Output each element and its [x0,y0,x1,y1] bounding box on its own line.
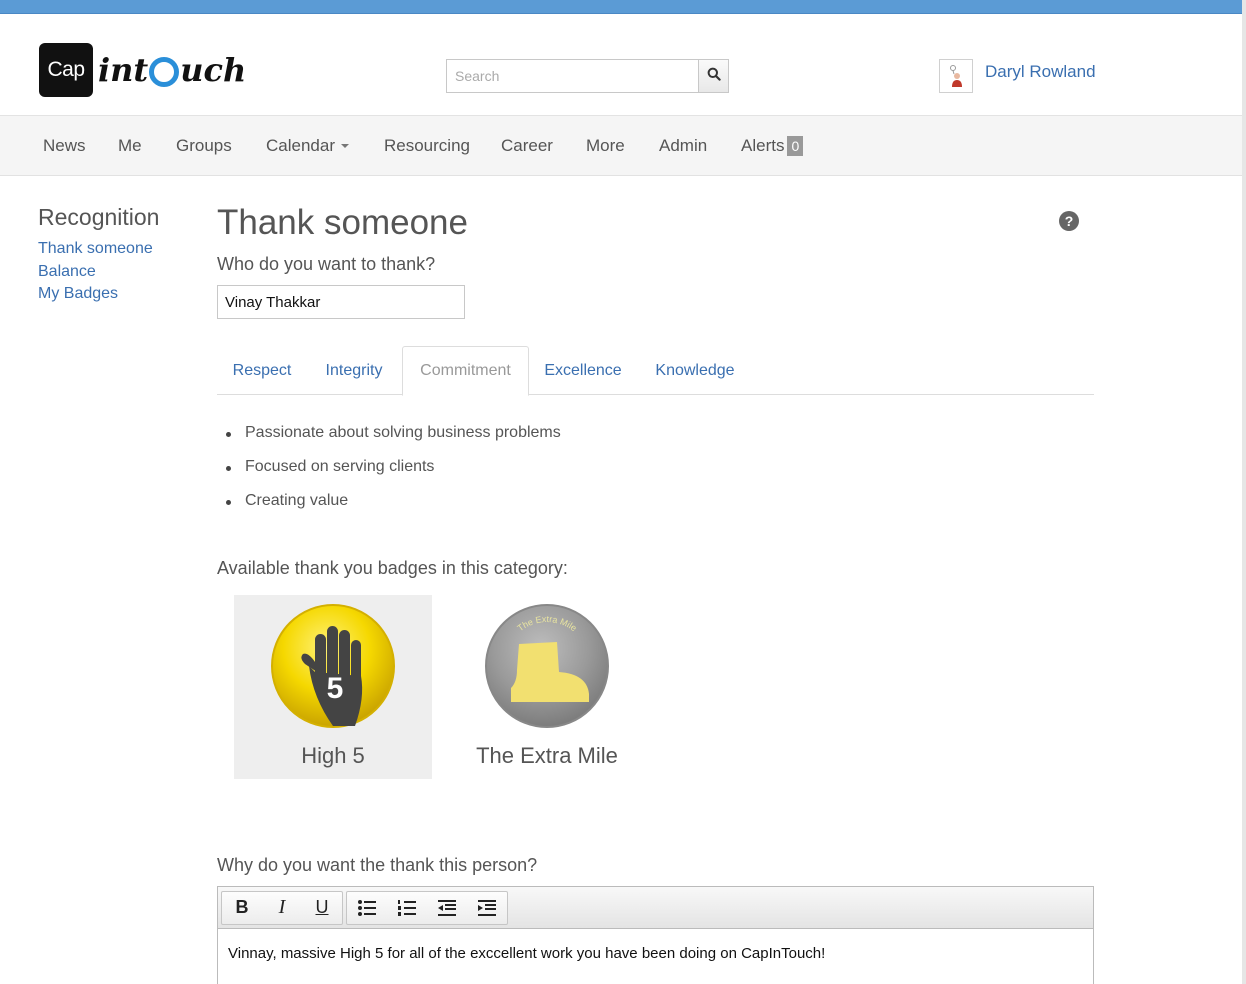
search-button[interactable] [698,59,729,93]
editor-content[interactable]: Vinnay, massive High 5 for all of the ex… [218,929,1093,978]
list-item-text: Focused on serving clients [245,458,435,475]
underline-button[interactable]: U [302,892,342,924]
indent-button[interactable] [467,892,507,924]
bullet-icon [226,466,231,471]
help-icon[interactable]: ? [1059,211,1079,231]
nav-item-admin[interactable]: Admin [659,136,707,156]
svg-text:5: 5 [327,672,344,705]
bullet-icon [226,432,231,437]
outdent-icon [438,899,456,916]
category-tabs: Respect Integrity Commitment Excellence … [217,346,1094,396]
bullet-list-button[interactable] [347,892,387,924]
tab-knowledge[interactable]: Knowledge [637,346,753,395]
reason-label: Why do you want the thank this person? [217,855,538,875]
recipient-label: Who do you want to thank? [217,254,436,274]
caret-down-icon [341,143,349,148]
user-menu[interactable]: Daryl Rowland [939,59,1096,93]
main-nav: News Me Groups Calendar Resourcing Caree… [0,116,1242,176]
badges-label: Available thank you badges in this categ… [217,558,568,578]
logo-o-ring-icon [149,57,180,87]
nav-item-alerts[interactable]: Alerts 0 [741,136,804,156]
recipient-input[interactable] [217,285,465,319]
nav-item-resourcing[interactable]: Resourcing [384,136,470,156]
search-input[interactable] [446,59,698,93]
user-name-link[interactable]: Daryl Rowland [985,62,1096,82]
badge-name: High 5 [301,743,365,768]
numbered-list-button[interactable] [387,892,427,924]
badge-name: The Extra Mile [476,743,618,768]
search [446,59,729,93]
bold-button[interactable]: B [222,892,262,924]
list-group [346,890,508,925]
italic-button[interactable]: I [262,892,302,924]
logo[interactable]: Cap int uch [39,43,246,97]
nav-item-calendar[interactable]: Calendar [266,136,349,156]
nav-item-alerts-label: Alerts [741,136,785,155]
list-item: Passionate about solving business proble… [226,424,561,458]
nav-item-more[interactable]: More [586,136,625,156]
top-accent-bar [0,0,1246,14]
nav-item-calendar-label: Calendar [266,136,335,155]
badge-extra-mile[interactable]: The Extra Mile The Extra Mile [448,595,646,779]
search-icon [707,67,721,86]
numbered-list-icon [398,899,416,916]
nav-item-news[interactable]: News [43,136,86,156]
list-item: Creating value [226,492,561,526]
message-editor: B I U Vinnay, massive High 5 for all of … [217,886,1094,984]
header: Cap int uch Daryl Rowland [0,14,1242,116]
tab-respect[interactable]: Respect [217,346,307,395]
window-edge [1242,0,1246,984]
sidebar-link-balance[interactable]: Balance [38,263,96,281]
bullet-list-icon [358,899,376,916]
list-item-text: Passionate about solving business proble… [245,424,561,441]
logo-box: Cap [39,43,93,97]
nav-item-career[interactable]: Career [501,136,553,156]
logo-box-text: Cap [47,58,85,81]
sidebar-title: Recognition [38,204,160,230]
tab-commitment[interactable]: Commitment [402,346,529,396]
text-style-group: B I U [221,890,343,925]
indent-icon [478,899,496,916]
avatar[interactable] [939,59,973,93]
sidebar-link-thank-someone[interactable]: Thank someone [38,240,153,258]
badge-high-5[interactable]: 5 High 5 [234,595,432,779]
outdent-button[interactable] [427,892,467,924]
list-item: Focused on serving clients [226,458,561,492]
list-item-text: Creating value [245,492,349,509]
tab-excellence[interactable]: Excellence [532,346,634,395]
logo-word-end: uch [180,51,247,89]
page-title: Thank someone [217,203,468,242]
high-5-badge-icon: 5 [269,602,397,735]
bullet-icon [226,500,231,505]
nav-item-groups[interactable]: Groups [176,136,232,156]
logo-wordmark: int uch [98,51,246,89]
tab-integrity[interactable]: Integrity [309,346,399,395]
extra-mile-badge-icon: The Extra Mile [483,602,611,735]
logo-word-start: int [98,51,149,89]
category-values-list: Passionate about solving business proble… [226,424,561,526]
alerts-count-badge: 0 [787,136,804,156]
nav-item-me[interactable]: Me [118,136,142,156]
editor-toolbar: B I U [218,887,1093,929]
sidebar-link-my-badges[interactable]: My Badges [38,285,118,303]
